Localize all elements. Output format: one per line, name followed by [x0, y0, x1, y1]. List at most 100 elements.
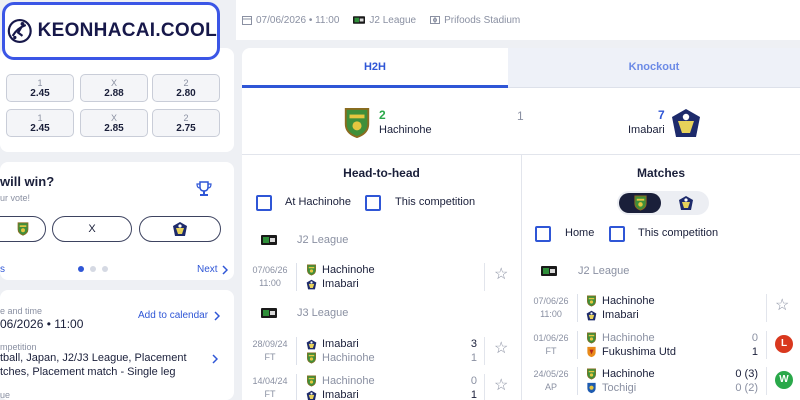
home-score: 0: [751, 332, 758, 344]
row-separator: [296, 263, 297, 291]
match-datetime: 07/06/2026 • 11:00: [256, 14, 340, 26]
favorite-star-icon[interactable]: ☆: [775, 295, 789, 315]
j3-league-icon: [261, 308, 277, 318]
imabari-crest-icon: [173, 222, 187, 237]
team-home[interactable]: Hachinohe: [306, 263, 375, 277]
venue-heading: ue: [0, 390, 11, 400]
match-league[interactable]: J2 League: [369, 15, 416, 26]
team-away[interactable]: Imabari: [586, 308, 639, 322]
imabari-crest-icon: [679, 196, 693, 210]
home-checkbox[interactable]: [535, 226, 551, 242]
home-score: 0 (3): [735, 368, 758, 380]
hachinohe-crest-icon: [587, 295, 596, 307]
hachinohe-crest-icon: [344, 108, 370, 138]
j2-league-icon: [353, 16, 366, 24]
team-switch-home[interactable]: [619, 193, 661, 213]
hachinohe-crest-icon: [633, 195, 647, 211]
hachinohe-crest-icon: [587, 368, 596, 380]
carousel-dot[interactable]: [90, 266, 96, 272]
site-logo[interactable]: KEONHACAI.COOL: [2, 2, 220, 60]
trophy-icon: [196, 181, 212, 196]
team-home[interactable]: Hachinohe: [586, 367, 655, 381]
calendar-icon: [242, 16, 252, 25]
vote-prev-link[interactable]: s: [0, 264, 5, 275]
away-score: 1: [470, 352, 477, 364]
favorite-star-icon[interactable]: ☆: [494, 375, 508, 395]
imabari-crest-icon: [306, 279, 317, 289]
vote-away-button[interactable]: [139, 216, 221, 242]
match-date: 07/06/26 11:00: [533, 296, 569, 319]
match-info-bar: 07/06/2026 • 11:00 J2 League Prifoods St…: [236, 0, 800, 40]
competition-line2: tches, Placement match - Single leg: [0, 366, 176, 378]
tab-h2h[interactable]: H2H: [242, 48, 508, 88]
chevron-right-icon[interactable]: [212, 354, 218, 364]
home-team-name[interactable]: Hachinohe: [379, 124, 432, 136]
home-label: Home: [565, 227, 595, 239]
match-details-card: e and time 06/2026 • 11:00 Add to calend…: [0, 290, 234, 400]
team-home[interactable]: Hachinohe: [306, 374, 375, 388]
league-name[interactable]: J2 League: [297, 234, 348, 246]
league-name[interactable]: J2 League: [578, 265, 629, 277]
away-score: 1: [751, 346, 758, 358]
home-score: 0: [470, 375, 477, 387]
hachinohe-crest-icon: [307, 352, 316, 364]
imabari-crest-icon: [306, 339, 317, 349]
at-home-checkbox[interactable]: [256, 195, 272, 211]
row-separator: [484, 374, 485, 400]
home-wins-count: 2: [379, 108, 386, 122]
result-badge-loss: L: [775, 335, 793, 353]
odds-button[interactable]: X 2.85: [80, 109, 148, 137]
hachinohe-crest-icon: [307, 264, 316, 276]
team-switch-away[interactable]: [665, 193, 707, 213]
logo-text: KEONHACAI.COOL: [37, 20, 217, 41]
team-home[interactable]: Hachinohe: [586, 294, 655, 308]
match-date: 14/04/24 FT: [252, 376, 288, 399]
team-away[interactable]: Imabari: [306, 277, 359, 291]
team-away[interactable]: Imabari: [306, 388, 359, 400]
away-team-name[interactable]: Imabari: [628, 124, 665, 136]
odds-button[interactable]: X 2.88: [80, 74, 148, 102]
league-name[interactable]: J3 League: [297, 307, 348, 319]
chevron-right-icon: [222, 264, 228, 275]
row-separator: [484, 337, 485, 365]
hachinohe-crest-icon: [587, 332, 596, 344]
odds-button[interactable]: 2 2.75: [152, 109, 220, 137]
tab-knockout[interactable]: Knockout: [508, 48, 800, 88]
odds-button[interactable]: 2 2.80: [152, 74, 220, 102]
matches-title: Matches: [636, 166, 686, 180]
column-divider: [521, 155, 522, 400]
h2h-title: Head-to-head: [343, 166, 420, 180]
team-away[interactable]: Fukushima Utd: [586, 345, 676, 359]
favorite-star-icon[interactable]: ☆: [494, 338, 508, 358]
competition-line1: tball, Japan, J2/J3 League, Placement: [0, 352, 187, 364]
at-home-label: At Hachinohe: [285, 196, 352, 208]
add-to-calendar-link[interactable]: Add to calendar: [138, 310, 221, 321]
team-away[interactable]: Hachinohe: [306, 351, 375, 365]
j2-league-icon: [261, 235, 277, 245]
vote-next-link[interactable]: Next: [197, 264, 228, 275]
j2-league-icon: [541, 266, 557, 276]
vote-home-button[interactable]: [0, 216, 46, 242]
odds-button[interactable]: 1 2.45: [6, 109, 74, 137]
tochigi-crest-icon: [587, 382, 596, 394]
date-heading: e and time: [0, 306, 43, 316]
team-home[interactable]: Hachinohe: [586, 331, 655, 345]
away-wins-count: 7: [658, 108, 665, 122]
carousel-dot-active[interactable]: [78, 266, 84, 272]
this-competition-checkbox[interactable]: [609, 226, 625, 242]
row-separator: [296, 374, 297, 400]
team-away[interactable]: Tochigi: [586, 381, 636, 395]
stadium-icon: [430, 16, 441, 24]
this-competition-checkbox[interactable]: [365, 195, 381, 211]
odds-button[interactable]: 1 2.45: [6, 74, 74, 102]
away-score: 0 (2): [735, 382, 758, 394]
carousel-dot[interactable]: [102, 266, 108, 272]
vote-draw-button[interactable]: X: [52, 216, 132, 242]
favorite-star-icon[interactable]: ☆: [494, 264, 508, 284]
match-date: 07/06/26 11:00: [252, 265, 288, 288]
away-score: 1: [470, 389, 477, 400]
match-stadium[interactable]: Prifoods Stadium: [444, 15, 520, 26]
soccer-player-icon: [7, 18, 32, 44]
team-home[interactable]: Imabari: [306, 337, 359, 351]
fukushima-crest-icon: [587, 346, 596, 358]
